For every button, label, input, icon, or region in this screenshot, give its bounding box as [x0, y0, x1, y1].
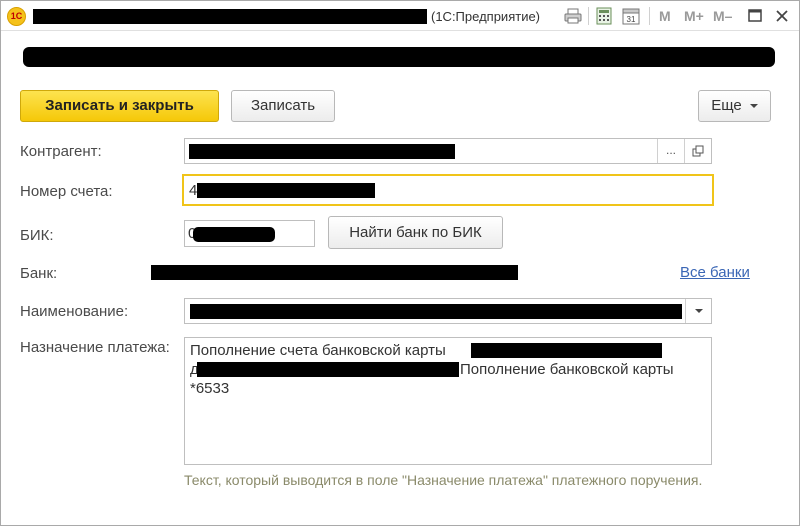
purpose-line-2: д Пополнение банковской карты [190, 360, 706, 379]
name-field[interactable] [184, 298, 712, 324]
counterparty-label: Контрагент: [20, 143, 102, 160]
bik-value-redacted [193, 227, 275, 242]
purpose-line-3-text: *6533 [190, 380, 230, 397]
more-button[interactable]: Еще [698, 90, 771, 122]
more-button-label: Еще [711, 97, 742, 114]
calculator-icon[interactable] [594, 6, 614, 26]
save-button[interactable]: Записать [231, 90, 335, 122]
close-icon[interactable] [772, 6, 792, 26]
save-and-close-button[interactable]: Записать и закрыть [20, 90, 219, 122]
maximize-icon[interactable] [745, 6, 765, 26]
calendar-day: 31 [627, 15, 636, 24]
title-bar: 1С (1С:Предприятие) 31 M M+ M– [1, 1, 799, 31]
toolbar-separator [649, 7, 650, 25]
open-form-icon[interactable] [684, 139, 711, 163]
chevron-down-icon [694, 308, 703, 313]
purpose-owner-redacted [197, 362, 459, 377]
form-heading-redacted [23, 47, 775, 67]
memory-subtract-button[interactable]: M– [713, 8, 732, 24]
purpose-card-redacted [471, 343, 662, 358]
counterparty-value-redacted [189, 144, 455, 159]
all-banks-link[interactable]: Все банки [680, 264, 750, 281]
select-counterparty-button[interactable]: ... [657, 139, 684, 163]
toolbar-separator [588, 7, 589, 25]
name-label: Наименование: [20, 303, 129, 320]
purpose-line-2-suffix: Пополнение банковской карты [460, 361, 674, 378]
bank-name-redacted [151, 265, 518, 280]
account-number-field[interactable]: 4 [182, 174, 714, 206]
bik-label: БИК: [20, 227, 54, 244]
purpose-line-1: Пополнение счета банковской карты [190, 341, 706, 360]
open-icon-glyph [692, 145, 704, 157]
account-number-label: Номер счета: [20, 183, 113, 200]
window-title-redacted [33, 9, 427, 24]
payment-purpose-label: Назначение платежа: [20, 339, 170, 356]
1c-logo-icon[interactable]: 1С [7, 7, 26, 26]
memory-add-button[interactable]: M+ [684, 8, 704, 24]
counterparty-field[interactable]: ... [184, 138, 712, 164]
memory-button[interactable]: M [659, 8, 671, 24]
chevron-down-icon [749, 104, 758, 109]
name-value-redacted [190, 304, 682, 319]
payment-purpose-textarea[interactable]: Пополнение счета банковской карты д Попо… [184, 337, 712, 465]
find-bank-by-bik-button[interactable]: Найти банк по БИК [328, 216, 503, 249]
bik-field[interactable]: 0 [184, 220, 315, 247]
form-window: 1С (1С:Предприятие) 31 M M+ M– Записать … [0, 0, 800, 526]
account-number-redacted [197, 183, 375, 198]
printer-icon[interactable] [563, 6, 583, 26]
window-title-suffix: (1С:Предприятие) [431, 9, 541, 24]
purpose-line-1-text: Пополнение счета банковской карты [190, 342, 446, 359]
calendar-icon[interactable]: 31 [621, 6, 641, 26]
name-dropdown-button[interactable] [685, 299, 711, 323]
purpose-line-3: *6533 [190, 379, 706, 398]
payment-purpose-hint: Текст, который выводится в поле "Назначе… [184, 472, 703, 488]
bank-label: Банк: [20, 265, 58, 282]
